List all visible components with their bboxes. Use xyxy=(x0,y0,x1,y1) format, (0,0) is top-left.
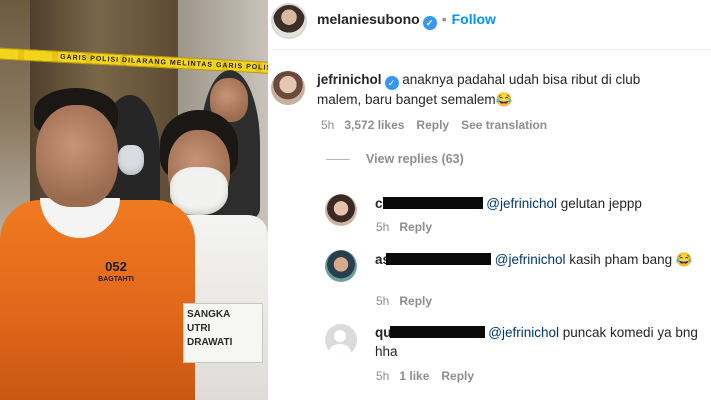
redaction-bar xyxy=(386,253,492,265)
default-avatar-icon[interactable] xyxy=(325,324,357,356)
poster-avatar[interactable] xyxy=(271,3,307,39)
prisoner-tag-sub: BAGTAHTI xyxy=(98,276,134,283)
see-translation-button[interactable]: See translation xyxy=(461,118,547,132)
comment-meta: 5h 3,572 likes Reply See translation xyxy=(321,118,559,132)
man-face xyxy=(36,105,118,207)
instagram-comments-panel: melaniesubono ✓ • Follow jefrinichol ✓ anakn… xyxy=(271,0,711,400)
reply-button[interactable]: Reply xyxy=(399,294,432,308)
reply-avatar[interactable] xyxy=(325,194,357,226)
comment-body: jefrinichol ✓ anaknya padahal udah bisa r… xyxy=(317,70,687,109)
redaction-bar xyxy=(389,326,485,338)
likes-count[interactable]: 1 like xyxy=(399,369,429,383)
verified-badge-icon: ✓ xyxy=(384,76,399,90)
reply-time: 5h xyxy=(376,294,390,308)
commenter-avatar[interactable] xyxy=(271,71,305,105)
view-replies-button[interactable]: View replies (63) xyxy=(326,152,464,166)
reply-mention[interactable]: @jefrinichol xyxy=(495,252,566,267)
reply-meta: 5h Reply xyxy=(376,220,444,234)
reply-button[interactable]: Reply xyxy=(441,369,474,383)
reply-time: 5h xyxy=(376,369,390,383)
post-header-row: melaniesubono ✓ • Follow xyxy=(317,11,496,30)
reply-text: gelutan jeppp xyxy=(560,196,642,211)
news-photo: GARIS POLISI DILARANG MELINTAS GARIS POL… xyxy=(0,0,268,400)
redaction-bar xyxy=(382,197,483,209)
reply-mention[interactable]: @jefrinichol xyxy=(486,196,557,211)
reply-meta: 5h 1 like Reply xyxy=(376,369,486,383)
prisoner-tag-number: 052 xyxy=(105,259,127,274)
prisoner-tag: 052 BAGTAHTI xyxy=(96,258,136,304)
reply-text: kasih pham bang 😂 xyxy=(569,252,693,267)
separator-dot: • xyxy=(441,11,447,27)
reply-mention[interactable]: @jefrinichol xyxy=(488,325,559,340)
post-header: melaniesubono ✓ • Follow xyxy=(271,0,711,50)
reply-meta: 5h Reply xyxy=(376,294,444,308)
likes-count[interactable]: 3,572 likes xyxy=(344,118,404,132)
sign-line: SANGKA xyxy=(187,309,231,320)
poster-username[interactable]: melaniesubono xyxy=(317,11,420,27)
commenter-username[interactable]: jefrinichol xyxy=(317,72,382,87)
follow-button[interactable]: Follow xyxy=(452,11,496,27)
sign-line: UTRI xyxy=(187,323,211,334)
background-mask xyxy=(118,145,144,175)
suspect-sign: SANGKA UTRI DRAWATI xyxy=(183,303,263,363)
view-replies-line xyxy=(326,159,350,161)
reply-body: cin @jefrinichol gelutan jeppp xyxy=(375,194,705,213)
reply-body: qu @jefrinichol puncak komedi ya bng hha xyxy=(375,323,705,361)
view-replies-label: View replies (63) xyxy=(366,152,464,166)
reply-avatar[interactable] xyxy=(325,250,357,282)
sign-line: DRAWATI xyxy=(187,337,233,348)
verified-badge-icon: ✓ xyxy=(422,16,437,30)
reply-time: 5h xyxy=(376,220,390,234)
reply-body: as @jefrinichol kasih pham bang 😂 xyxy=(375,250,705,269)
reply-button[interactable]: Reply xyxy=(416,118,449,132)
comment-time: 5h xyxy=(321,118,335,132)
reply-button[interactable]: Reply xyxy=(399,220,432,234)
